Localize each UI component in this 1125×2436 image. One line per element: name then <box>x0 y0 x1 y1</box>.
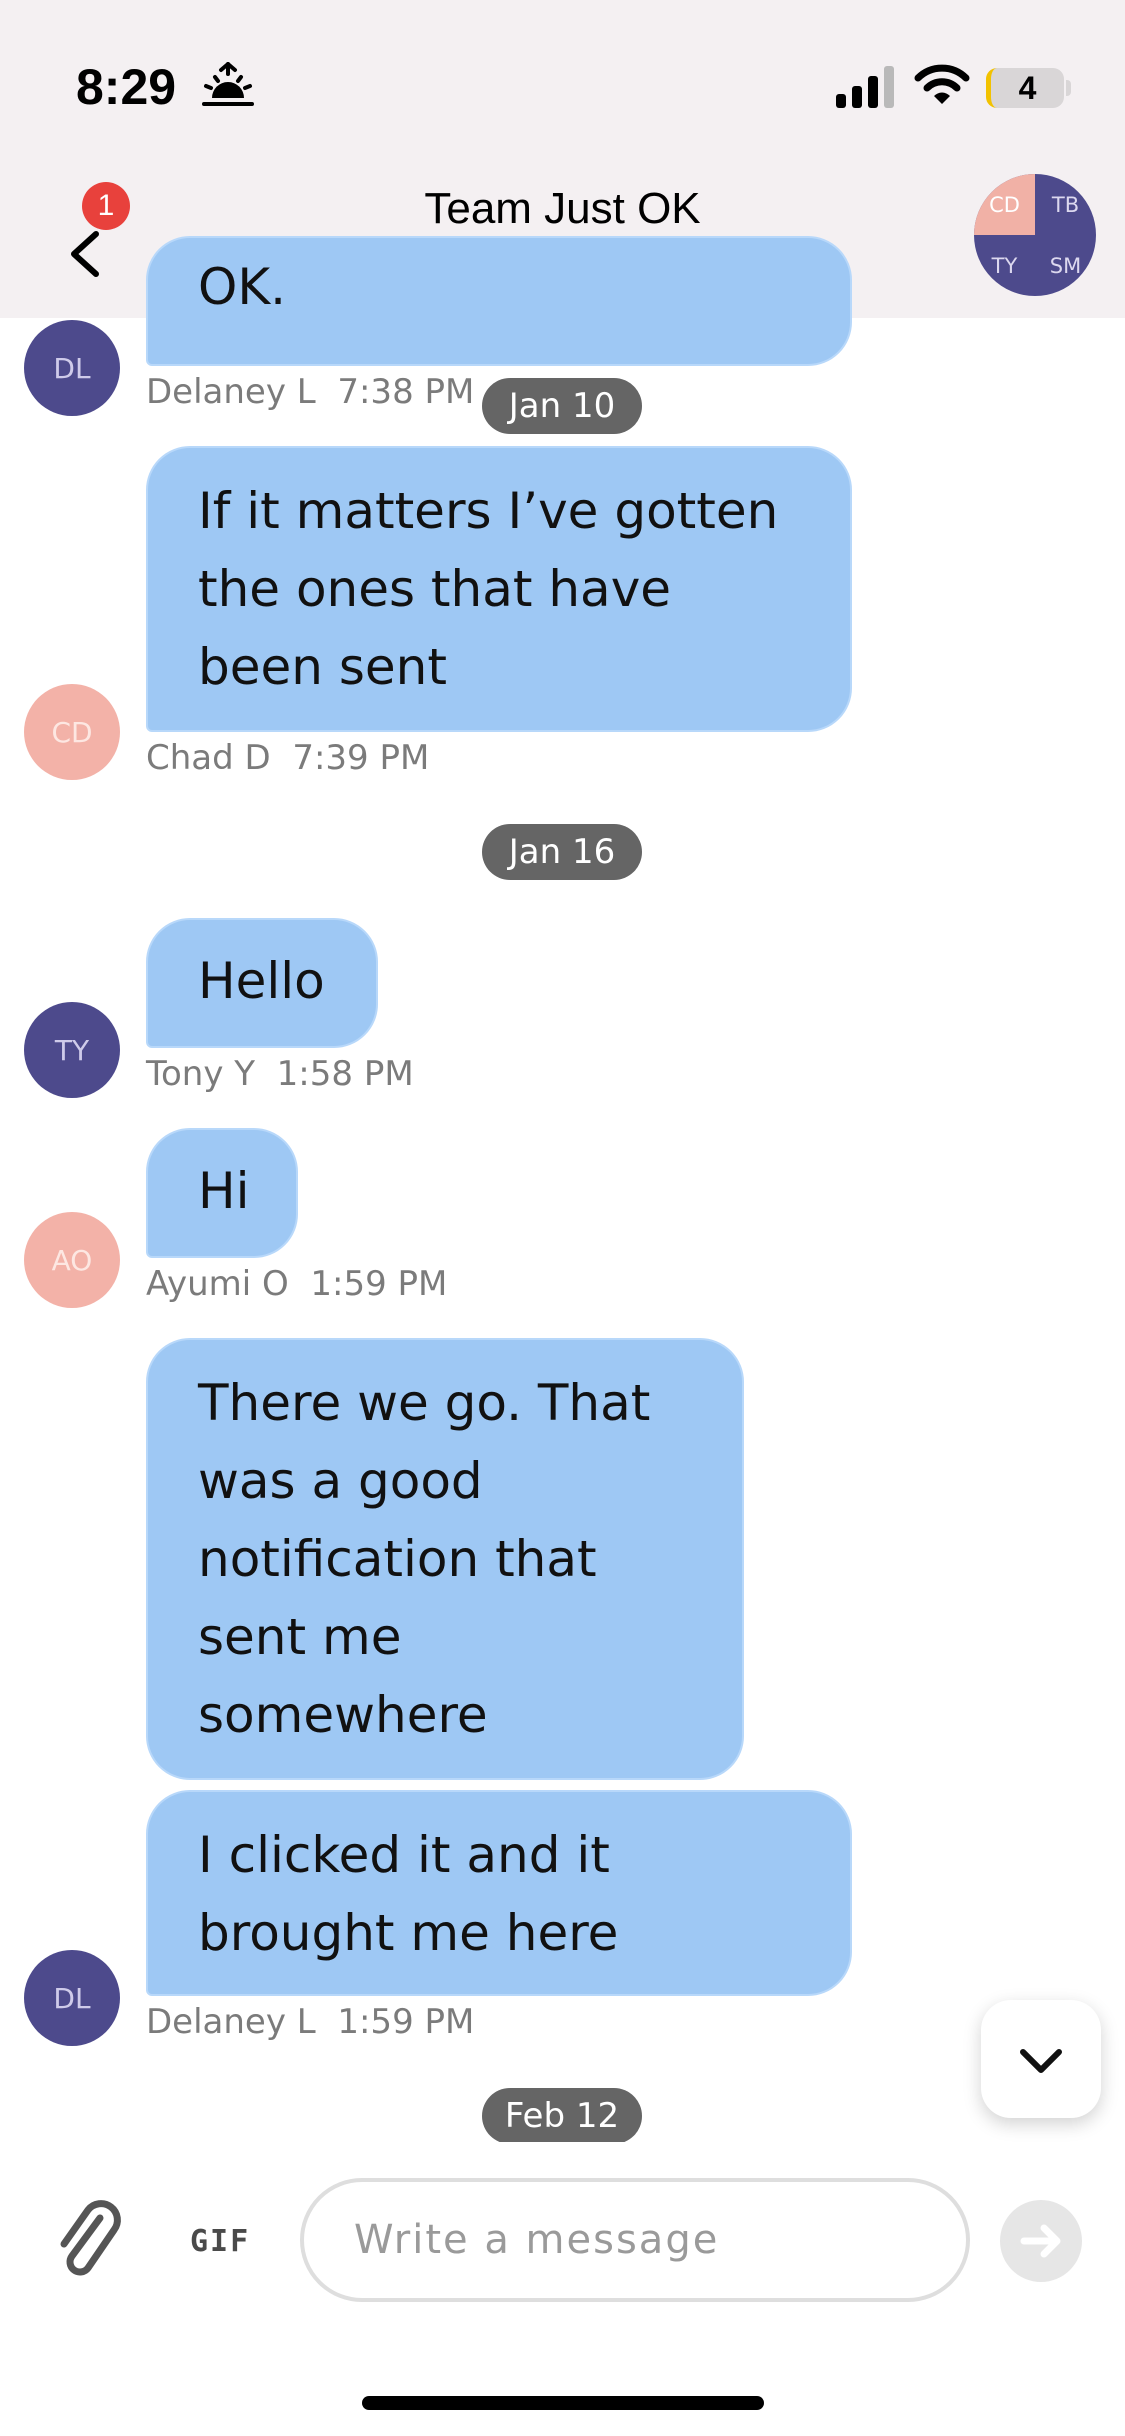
avatar[interactable]: AO <box>24 1212 120 1308</box>
message-line: was a good <box>198 1452 483 1510</box>
message-line: sent me <box>198 1608 402 1666</box>
message-line: notification that <box>198 1530 597 1588</box>
message-text: OK. <box>198 258 287 316</box>
message-line: If it matters I’ve gotten <box>198 482 779 540</box>
status-bar: 8:29 4 <box>0 0 1125 160</box>
status-time: 8:29 <box>76 59 177 115</box>
avatar[interactable]: CD <box>24 684 120 780</box>
message-meta: Delaney L 1:59 PM <box>146 2002 474 2042</box>
group-avatar-member: TY <box>991 253 1018 278</box>
message-text: Hello <box>198 952 325 1010</box>
date-separator: Feb 12 <box>482 2088 642 2144</box>
message-bubble[interactable]: There we go. That was a good notificatio… <box>146 1338 744 1780</box>
message-bubble[interactable]: Hi <box>146 1128 298 1258</box>
message-input[interactable] <box>300 2178 970 2302</box>
group-avatar[interactable]: CD TB TY SM <box>974 174 1096 296</box>
message-line: brought me here <box>198 1904 619 1962</box>
message-line: the ones that have <box>198 560 672 618</box>
message-bubble[interactable]: I clicked it and it brought me here <box>146 1790 852 1996</box>
scroll-to-bottom-button[interactable] <box>981 2000 1101 2118</box>
sender-name: Ayumi O <box>146 1264 289 1304</box>
avatar[interactable]: DL <box>24 320 120 416</box>
signal-icon <box>836 64 898 112</box>
sender-name: Delaney L <box>146 2002 316 2042</box>
message-time: 7:39 PM <box>292 738 430 778</box>
chevron-down-icon <box>1020 2049 1062 2073</box>
message-time: 7:38 PM <box>337 372 475 412</box>
message-time: 1:59 PM <box>310 1264 448 1304</box>
message-line: been sent <box>198 638 447 696</box>
date-separator: Jan 16 <box>482 824 642 880</box>
paperclip-icon <box>60 2200 121 2276</box>
gif-button[interactable]: GIF <box>190 2224 250 2259</box>
group-avatar-member: CD <box>974 174 1035 235</box>
sunrise-icon <box>202 62 254 114</box>
sender-name: Tony Y <box>146 1054 256 1094</box>
chat-title[interactable]: Team Just OK <box>0 184 1125 234</box>
avatar[interactable]: DL <box>24 1950 120 2046</box>
message-time: 1:59 PM <box>337 2002 475 2042</box>
avatar[interactable]: TY <box>24 1002 120 1098</box>
message-bubble[interactable]: If it matters I’ve gotten the ones that … <box>146 446 852 732</box>
attach-button[interactable] <box>52 2198 126 2288</box>
message-meta: Tony Y 1:58 PM <box>146 1054 414 1094</box>
wifi-icon <box>914 62 970 110</box>
date-separator: Jan 10 <box>482 378 642 434</box>
home-indicator[interactable] <box>362 2396 764 2410</box>
message-composer: GIF <box>0 2142 1125 2436</box>
message-line: There we go. That <box>198 1374 651 1432</box>
message-bubble[interactable]: Hello <box>146 918 378 1048</box>
message-meta: Ayumi O 1:59 PM <box>146 1264 447 1304</box>
send-arrow-icon <box>1020 2224 1061 2258</box>
group-avatar-member: TB <box>1051 192 1080 217</box>
message-meta: Delaney L 7:38 PM <box>146 372 474 412</box>
message-bubble[interactable]: OK. <box>146 236 852 366</box>
group-avatar-member: SM <box>1049 253 1082 278</box>
battery-icon: 4 <box>986 68 1064 108</box>
message-time: 1:58 PM <box>276 1054 414 1094</box>
sender-name: Chad D <box>146 738 271 778</box>
message-meta: Chad D 7:39 PM <box>146 738 429 778</box>
send-button[interactable] <box>1000 2200 1082 2282</box>
message-line: somewhere <box>198 1686 488 1744</box>
sender-name: Delaney L <box>146 372 316 412</box>
message-line: I clicked it and it <box>198 1826 610 1884</box>
message-text: Hi <box>198 1162 250 1220</box>
battery-tip <box>1066 80 1071 96</box>
